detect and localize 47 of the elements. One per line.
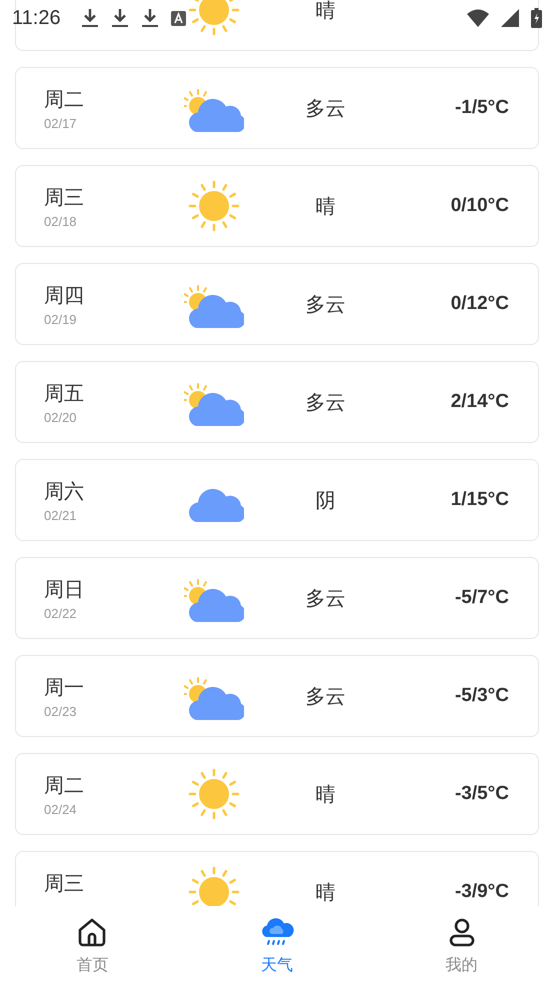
condition-label: 多云: [304, 390, 346, 416]
download-icon: [110, 8, 129, 28]
condition-label: 多云: [304, 96, 346, 122]
condition-label: 多云: [304, 586, 346, 612]
condition-label: 晴: [314, 782, 336, 808]
condition-label: 多云: [304, 684, 346, 710]
app-notification-icon: [170, 10, 186, 26]
temperature-label: 1/15°C: [450, 489, 509, 511]
weekday-label: 周四: [44, 284, 85, 308]
weekday-label: 周三: [44, 872, 85, 896]
temperature-label: -1/5°C: [454, 97, 509, 119]
temperature-label: -3/5°C: [454, 783, 509, 805]
temperature-label: 2/14°C: [450, 391, 509, 413]
temperature-label: -5/7°C: [454, 587, 509, 609]
condition-label: 多云: [304, 292, 346, 318]
condition-label: 晴: [314, 194, 336, 220]
download-icon: [80, 8, 99, 28]
status-time: 11:26: [12, 6, 61, 30]
nav-tab[interactable]: 首页: [0, 906, 185, 984]
date-label: 02/22: [44, 606, 78, 620]
date-label: 02/17: [44, 116, 78, 130]
temperature-label: -5/3°C: [454, 685, 509, 707]
weekday-label: 周五: [44, 382, 85, 406]
weekday-label: 周一: [44, 676, 85, 700]
temperature-label: 0/12°C: [450, 293, 509, 315]
battery-icon: [531, 8, 542, 28]
date-label: 02/18: [44, 214, 78, 228]
date-label: 02/20: [44, 410, 78, 424]
weekday-label: 周二: [44, 88, 85, 112]
weekday-label: 周六: [44, 480, 85, 504]
date-label: 02/24: [44, 802, 78, 816]
nav-tab[interactable]: 天气: [184, 906, 370, 984]
condition-label: 晴: [314, 880, 336, 906]
date-label: 02/23: [44, 704, 78, 718]
temperature-label: -3/9°C: [454, 881, 509, 903]
temperature-label: 0/10°C: [450, 195, 509, 217]
date-label: 02/19: [44, 312, 78, 326]
condition-label: 晴: [314, 0, 336, 24]
condition-label: 阴: [314, 488, 336, 514]
wifi-icon: [467, 9, 489, 27]
nav-tab[interactable]: 我的: [369, 906, 554, 984]
weekday-label: 周二: [44, 774, 85, 798]
signal-icon: [501, 9, 519, 27]
date-label: 02/21: [44, 508, 78, 522]
weekday-label: 周日: [44, 578, 85, 602]
download-icon: [140, 8, 159, 28]
weekday-label: 周三: [44, 186, 85, 210]
